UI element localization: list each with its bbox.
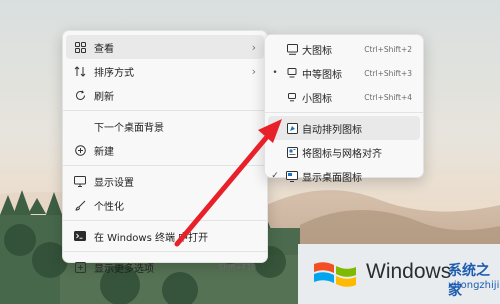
auto-arrange-icon: [282, 122, 302, 134]
windows-flag-icon: [314, 262, 356, 287]
submenu-item-label: 小图标: [302, 93, 332, 105]
menu-item-next-background[interactable]: 下一个桌面背景: [66, 114, 264, 138]
menu-item-label: 显示设置: [94, 177, 134, 189]
selected-bullet-icon: •: [272, 68, 278, 78]
show-desktop-icons-icon: [282, 170, 302, 182]
watermark-url: xitongzhijia.net: [448, 280, 500, 291]
menu-item-display-settings[interactable]: 显示设置: [66, 169, 264, 193]
menu-item-open-terminal[interactable]: 在 Windows 终端 中打开: [66, 224, 264, 248]
menu-separator: [63, 165, 267, 166]
menu-item-label: 新建: [94, 146, 114, 158]
watermark-logo: Windows 系统之家 xitongzhijia.net: [298, 244, 500, 304]
menu-item-label: 查看: [94, 43, 114, 55]
menu-separator: [63, 251, 267, 252]
menu-item-label: 刷新: [94, 91, 114, 103]
more-options-icon: [66, 261, 94, 273]
submenu-item-shortcut: Ctrl+Shift+3: [364, 68, 412, 78]
menu-item-shortcut: Shift+F10: [218, 262, 256, 272]
menu-item-label: 下一个桌面背景: [94, 122, 164, 134]
menu-item-label: 在 Windows 终端 中打开: [94, 232, 209, 244]
menu-separator: [63, 220, 267, 221]
submenu-item-label: 显示桌面图标: [302, 172, 362, 184]
menu-item-view[interactable]: 查看 ›: [66, 35, 264, 59]
submenu-item-medium-icons[interactable]: • 中等图标 Ctrl+Shift+3: [268, 61, 420, 85]
submenu-item-auto-arrange[interactable]: 自动排列图标: [268, 116, 420, 140]
small-icons-icon: [282, 92, 302, 102]
menu-item-label: 显示更多选项: [94, 263, 154, 275]
submenu-item-label: 大图标: [302, 45, 332, 57]
medium-icons-icon: [282, 68, 302, 78]
submenu-item-show-desktop-icons[interactable]: ✓ 显示桌面图标: [268, 164, 420, 188]
submenu-item-shortcut: Ctrl+Shift+2: [364, 44, 412, 54]
view-submenu: 大图标 Ctrl+Shift+2 • 中等图标 Ctrl+Shift+3 小图标…: [264, 34, 424, 184]
display-icon: [66, 175, 94, 187]
menu-item-label: 个性化: [94, 201, 124, 213]
desktop-context-menu: 查看 › 排序方式 › 刷新 下一个桌面背景 新建 显示设置 个性化 在 Win…: [62, 30, 268, 275]
align-grid-icon: [282, 146, 302, 158]
menu-separator: [265, 112, 423, 113]
large-icons-icon: [282, 43, 302, 55]
terminal-icon: [66, 231, 94, 241]
submenu-item-small-icons[interactable]: 小图标 Ctrl+Shift+4: [268, 85, 420, 109]
menu-separator: [63, 110, 267, 111]
menu-item-personalize[interactable]: 个性化: [66, 193, 264, 217]
refresh-icon: [66, 89, 94, 101]
submenu-item-label: 将图标与网格对齐: [302, 148, 382, 160]
chevron-right-icon: ›: [251, 40, 256, 54]
submenu-item-label: 中等图标: [302, 69, 342, 81]
watermark-brand: Windows: [366, 260, 452, 283]
menu-item-show-more-options[interactable]: 显示更多选项 Shift+F10: [66, 255, 264, 279]
sort-icon: [66, 65, 94, 77]
grid-icon: [66, 41, 94, 53]
new-icon: [66, 144, 94, 156]
checkmark-icon: ✓: [271, 171, 279, 181]
brush-icon: [66, 200, 94, 211]
submenu-item-large-icons[interactable]: 大图标 Ctrl+Shift+2: [268, 37, 420, 61]
chevron-right-icon: ›: [251, 64, 256, 78]
submenu-item-label: 自动排列图标: [302, 124, 362, 136]
submenu-item-shortcut: Ctrl+Shift+4: [364, 92, 412, 102]
menu-item-label: 排序方式: [94, 67, 134, 79]
menu-item-refresh[interactable]: 刷新: [66, 83, 264, 107]
menu-item-new[interactable]: 新建: [66, 138, 264, 162]
submenu-item-align-to-grid[interactable]: 将图标与网格对齐: [268, 140, 420, 164]
menu-item-sort-by[interactable]: 排序方式 ›: [66, 59, 264, 83]
